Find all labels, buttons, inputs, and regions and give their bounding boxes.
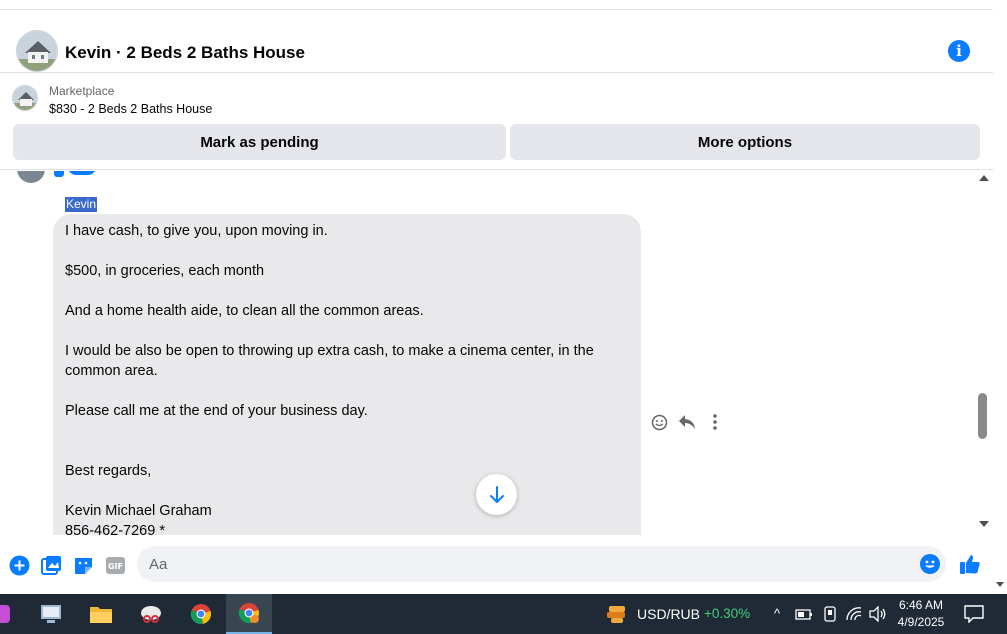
page-scrollbar[interactable] bbox=[993, 0, 1007, 594]
previous-avatar bbox=[17, 171, 45, 183]
message-input[interactable]: Aa bbox=[137, 546, 946, 582]
svg-text:GIF: GIF bbox=[107, 562, 122, 571]
thumbs-up-icon[interactable] bbox=[958, 552, 982, 576]
volume-icon[interactable] bbox=[856, 594, 900, 634]
message-thread: Kevin I have cash, to give you, upon mov… bbox=[0, 171, 993, 535]
more-icon[interactable] bbox=[706, 413, 724, 431]
message-line: Best regards, bbox=[65, 463, 152, 479]
message-actions bbox=[650, 413, 724, 431]
ticker-symbol[interactable]: USD/RUB bbox=[637, 606, 700, 622]
clock-time[interactable]: 6:46 AM bbox=[896, 598, 946, 612]
message-line: $500, in groceries, each month bbox=[65, 263, 265, 279]
listing-thumbnail[interactable] bbox=[12, 85, 38, 111]
message-line: common area. bbox=[65, 363, 158, 379]
info-icon[interactable]: i bbox=[948, 40, 970, 62]
chrome-icon[interactable] bbox=[178, 594, 224, 634]
emoji-icon[interactable] bbox=[920, 554, 940, 574]
thread-scrollbar[interactable] bbox=[975, 171, 991, 535]
chrome-profile-icon[interactable] bbox=[226, 594, 272, 634]
arrow-down-icon bbox=[489, 485, 504, 503]
marketplace-listing-bar: Marketplace $830 - 2 Beds 2 Baths House … bbox=[0, 74, 993, 170]
listing-title[interactable]: $830 - 2 Beds 2 Baths House bbox=[49, 102, 212, 116]
ticker-change: +0.30% bbox=[704, 606, 751, 621]
react-icon[interactable] bbox=[650, 413, 668, 431]
previous-message-fragment bbox=[68, 171, 96, 175]
mark-as-pending-button[interactable]: Mark as pending bbox=[13, 124, 506, 160]
previous-message-fragment bbox=[54, 171, 64, 177]
message-line: Kevin Michael Graham bbox=[65, 503, 212, 519]
notifications-icon[interactable] bbox=[951, 594, 997, 634]
page-title: Kevin · 2 Beds 2 Baths House bbox=[65, 43, 305, 62]
chat-header: Kevin · 2 Beds 2 Baths House i bbox=[0, 10, 993, 73]
contact-avatar[interactable] bbox=[16, 30, 58, 72]
page-scroll-down-arrow[interactable] bbox=[996, 582, 1004, 587]
message-line: I have cash, to give you, upon moving in… bbox=[65, 223, 328, 239]
scroll-thumb[interactable] bbox=[978, 393, 987, 439]
listing-source: Marketplace bbox=[49, 84, 115, 98]
plus-icon[interactable] bbox=[8, 554, 30, 576]
sticker-icon[interactable] bbox=[72, 554, 94, 576]
message-line: And a home health aide, to clean all the… bbox=[65, 303, 424, 319]
taskbar-app-icon[interactable] bbox=[28, 594, 74, 634]
messenger-window: Kevin · 2 Beds 2 Baths House i Marketpla… bbox=[0, 0, 993, 594]
taskbar-app-icon[interactable] bbox=[0, 594, 24, 634]
scroll-up-arrow[interactable] bbox=[979, 175, 989, 181]
file-explorer-icon[interactable] bbox=[78, 594, 124, 634]
more-options-button[interactable]: More options bbox=[510, 124, 980, 160]
snipping-tool-icon[interactable] bbox=[128, 594, 174, 634]
reply-icon[interactable] bbox=[678, 413, 696, 431]
currency-widget-icon[interactable] bbox=[594, 594, 640, 634]
photo-icon[interactable] bbox=[40, 554, 62, 576]
clock-date[interactable]: 4/9/2025 bbox=[896, 615, 946, 629]
taskbar: USD/RUB +0.30% ^ 6:46 AM 4/9/2025 bbox=[0, 594, 1007, 634]
gif-icon[interactable]: GIF bbox=[104, 554, 126, 576]
message-line: Please call me at the end of your busine… bbox=[65, 403, 368, 419]
sender-name: Kevin bbox=[65, 197, 98, 212]
scroll-down-arrow[interactable] bbox=[979, 521, 989, 527]
message-composer: GIF Aa bbox=[0, 540, 993, 588]
chevron-up-icon[interactable]: ^ bbox=[774, 606, 780, 621]
top-strip bbox=[0, 0, 993, 10]
scroll-to-bottom-button[interactable] bbox=[476, 474, 517, 515]
message-line: 856-462-7269 * bbox=[65, 523, 165, 535]
message-line: I would be also be open to throwing up e… bbox=[65, 343, 594, 359]
